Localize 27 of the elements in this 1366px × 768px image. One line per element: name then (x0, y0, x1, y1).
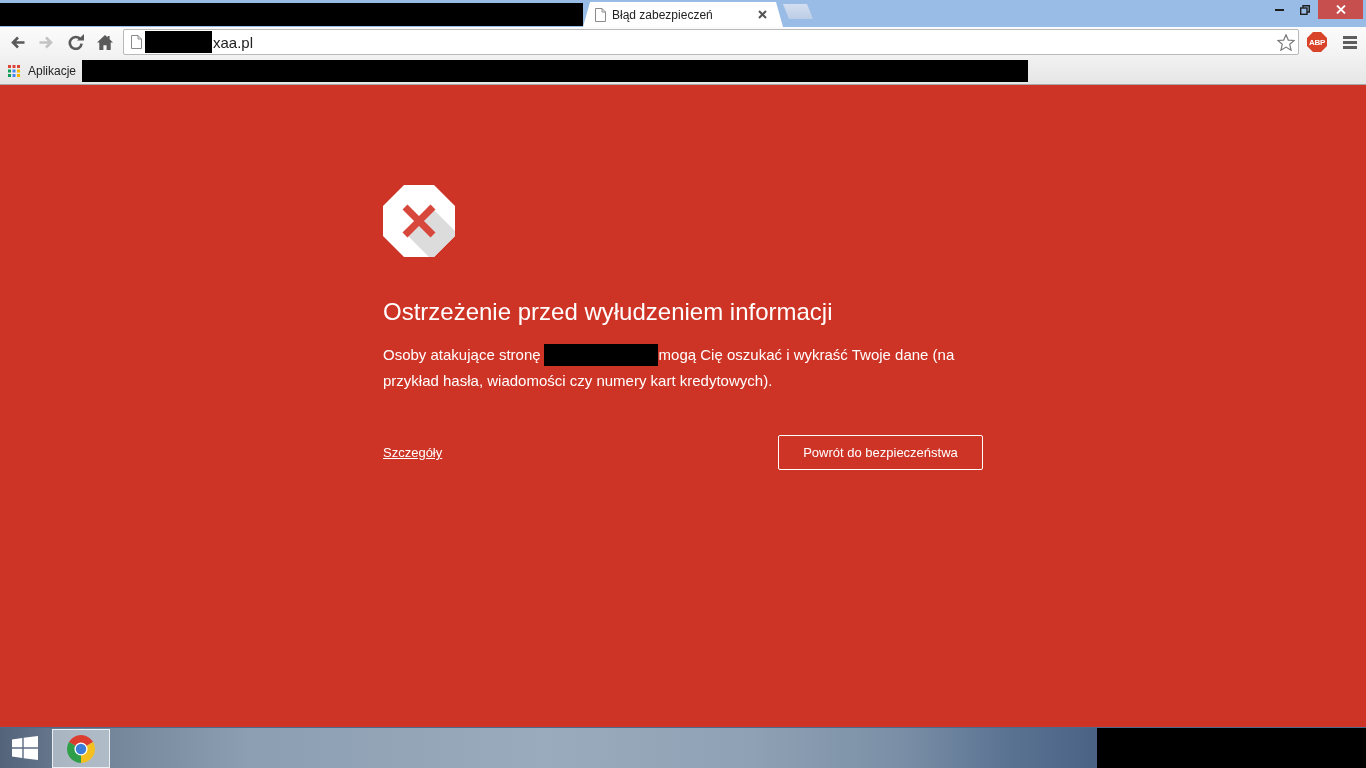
error-icon (383, 185, 455, 257)
close-icon[interactable] (758, 10, 767, 19)
extension-button[interactable]: ABP (1307, 32, 1327, 52)
minimize-icon[interactable] (1274, 9, 1284, 11)
url-text: xaa.pl (213, 33, 254, 51)
start-icon[interactable] (12, 736, 38, 760)
redaction-bar (145, 31, 212, 53)
taskbar-app-button[interactable] (52, 729, 110, 768)
page-icon (131, 35, 142, 49)
reload-icon[interactable] (67, 34, 84, 50)
browser-icon (67, 734, 95, 763)
restore-icon[interactable] (1300, 5, 1310, 15)
apps-shortcut[interactable]: Aplikacje (8, 63, 77, 78)
menu-icon[interactable] (1343, 35, 1357, 49)
close-icon (1335, 5, 1346, 14)
star-icon[interactable] (1277, 33, 1295, 51)
back-to-safety-button[interactable]: Powrót do bezpieczeństwa (778, 435, 983, 470)
page-icon (595, 7, 606, 22)
address-bar[interactable]: xaa.pl (123, 29, 1299, 55)
warning-message: Osoby atakujące stronę mogą Cię oszukać i wykraść Twoje dane (na przykład hasła, wiadomości czy numery kart kredytowych). (383, 343, 956, 391)
browser-tab[interactable]: Błąd zabezpieczeń (583, 2, 783, 27)
left-arrow-icon[interactable] (10, 35, 25, 49)
home-icon[interactable] (96, 34, 113, 50)
warning-heading: Ostrzeżenie przed wyłudzeniem informacji (383, 297, 833, 327)
apps-grid-icon (8, 64, 20, 77)
details-link[interactable]: Szczegóły (383, 445, 443, 460)
close-button[interactable] (1318, 0, 1363, 19)
